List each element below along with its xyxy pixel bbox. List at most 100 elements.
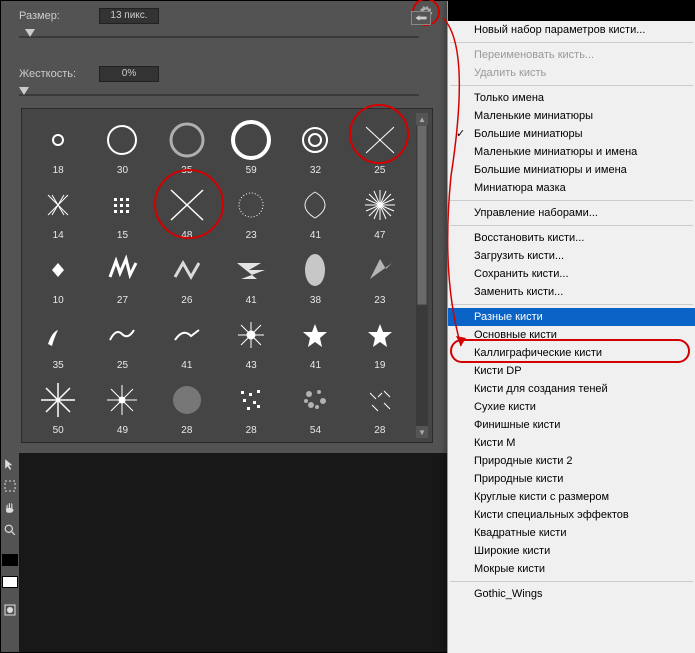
brush-size-label: 41: [181, 360, 192, 371]
brush-cell[interactable]: 41: [219, 243, 283, 308]
size-slider-handle[interactable]: [25, 29, 35, 37]
size-value[interactable]: 13 пикс.: [99, 8, 159, 24]
menu-item[interactable]: Сухие кисти: [448, 398, 695, 416]
brush-cell[interactable]: 30: [90, 113, 154, 178]
brush-grid[interactable]: 1830355932251415482341471027264138233525…: [26, 113, 412, 438]
zoom-tool-icon[interactable]: [1, 519, 19, 541]
hardness-value[interactable]: 0%: [99, 66, 159, 82]
brush-size-label: 49: [117, 425, 128, 436]
brush-cell[interactable]: 10: [26, 243, 90, 308]
brush-cell[interactable]: 59: [219, 113, 283, 178]
brush-cell[interactable]: 41: [283, 308, 347, 373]
menu-item[interactable]: Большие миниатюры: [448, 125, 695, 143]
menu-item[interactable]: Gothic_Wings: [448, 585, 695, 603]
brush-cell[interactable]: 23: [348, 243, 412, 308]
menu-item[interactable]: Природные кисти 2: [448, 452, 695, 470]
background-swatch[interactable]: [1, 571, 19, 593]
brush-cell[interactable]: 38: [283, 243, 347, 308]
menu-item[interactable]: Сохранить кисти...: [448, 265, 695, 283]
menu-item[interactable]: Кисти для создания теней: [448, 380, 695, 398]
brush-thumb: [34, 314, 82, 356]
brush-thumb: [356, 249, 404, 291]
menu-item[interactable]: Маленькие миниатюры: [448, 107, 695, 125]
brush-cell[interactable]: 25: [348, 113, 412, 178]
brush-cell[interactable]: 50: [26, 373, 90, 438]
brush-cell[interactable]: 35: [155, 113, 219, 178]
brush-size-label: 27: [117, 295, 128, 306]
menu-item[interactable]: Восстановить кисти...: [448, 229, 695, 247]
menu-item[interactable]: Маленькие миниатюры и имена: [448, 143, 695, 161]
menu-item[interactable]: Загрузить кисти...: [448, 247, 695, 265]
scroll-thumb[interactable]: [417, 125, 427, 305]
brush-cell[interactable]: 28: [219, 373, 283, 438]
hardness-slider[interactable]: [19, 87, 419, 103]
brush-thumb: [163, 184, 211, 226]
brush-cell[interactable]: 26: [155, 243, 219, 308]
brush-cell[interactable]: 41: [283, 178, 347, 243]
menu-item[interactable]: Каллиграфические кисти: [448, 344, 695, 362]
brush-thumb: [163, 379, 211, 421]
brush-thumb: [163, 119, 211, 161]
size-slider[interactable]: [19, 29, 419, 45]
brush-cell[interactable]: 27: [90, 243, 154, 308]
brush-cell[interactable]: 41: [155, 308, 219, 373]
menu-item[interactable]: Основные кисти: [448, 326, 695, 344]
menu-item[interactable]: Заменить кисти...: [448, 283, 695, 301]
quickmask-icon[interactable]: [1, 599, 19, 621]
menu-item[interactable]: Только имена: [448, 89, 695, 107]
brush-size-label: 28: [181, 425, 192, 436]
menu-item[interactable]: Кисти DP: [448, 362, 695, 380]
menu-item[interactable]: Природные кисти: [448, 470, 695, 488]
brush-cell[interactable]: 49: [90, 373, 154, 438]
brush-size-label: 48: [181, 230, 192, 241]
brush-cell[interactable]: 25: [90, 308, 154, 373]
brush-thumb: [291, 184, 339, 226]
menu-item[interactable]: Квадратные кисти: [448, 524, 695, 542]
brush-cell[interactable]: 47: [348, 178, 412, 243]
brush-thumb: [291, 249, 339, 291]
menu-item[interactable]: Новый набор параметров кисти...: [448, 21, 695, 39]
hardness-label: Жесткость:: [19, 68, 99, 80]
brush-cell[interactable]: 28: [348, 373, 412, 438]
scroll-up-arrow[interactable]: ▲: [416, 113, 428, 125]
brush-cell[interactable]: 48: [155, 178, 219, 243]
menu-item[interactable]: Круглые кисти с размером: [448, 488, 695, 506]
brush-cell[interactable]: 14: [26, 178, 90, 243]
brush-cell[interactable]: 18: [26, 113, 90, 178]
menu-item[interactable]: Управление наборами...: [448, 204, 695, 222]
brush-cell[interactable]: 54: [283, 373, 347, 438]
brush-thumb: [34, 379, 82, 421]
brush-cell[interactable]: 19: [348, 308, 412, 373]
move-tool-icon[interactable]: [1, 453, 19, 475]
reset-size-button[interactable]: [411, 11, 431, 25]
brush-cell[interactable]: 43: [219, 308, 283, 373]
menu-item[interactable]: Большие миниатюры и имена: [448, 161, 695, 179]
marquee-tool-icon[interactable]: [1, 475, 19, 497]
brush-size-label: 47: [374, 230, 385, 241]
menu-item[interactable]: Мокрые кисти: [448, 560, 695, 578]
scroll-down-arrow[interactable]: ▼: [416, 426, 428, 438]
menu-item[interactable]: Миниатюра мазка: [448, 179, 695, 197]
menu-item[interactable]: Кисти M: [448, 434, 695, 452]
menu-item[interactable]: Кисти специальных эффектов: [448, 506, 695, 524]
menu-item[interactable]: Разные кисти: [448, 308, 695, 326]
scrollbar[interactable]: ▲ ▼: [416, 113, 428, 438]
brush-cell[interactable]: 23: [219, 178, 283, 243]
brush-cell[interactable]: 32: [283, 113, 347, 178]
hand-tool-icon[interactable]: [1, 497, 19, 519]
brush-thumb: [356, 379, 404, 421]
brush-cell[interactable]: 28: [155, 373, 219, 438]
menu-separator: [450, 304, 693, 305]
brush-cell[interactable]: 15: [90, 178, 154, 243]
menu-item[interactable]: Широкие кисти: [448, 542, 695, 560]
brush-size-label: 35: [53, 360, 64, 371]
brush-thumb: [291, 379, 339, 421]
brush-size-label: 59: [246, 165, 257, 176]
foreground-swatch[interactable]: [1, 549, 19, 571]
brush-cell[interactable]: 35: [26, 308, 90, 373]
menu-item: Переименовать кисть...: [448, 46, 695, 64]
brush-size-label: 35: [181, 165, 192, 176]
hardness-slider-handle[interactable]: [19, 87, 29, 95]
menu-item[interactable]: Финишные кисти: [448, 416, 695, 434]
brush-thumb: [98, 184, 146, 226]
